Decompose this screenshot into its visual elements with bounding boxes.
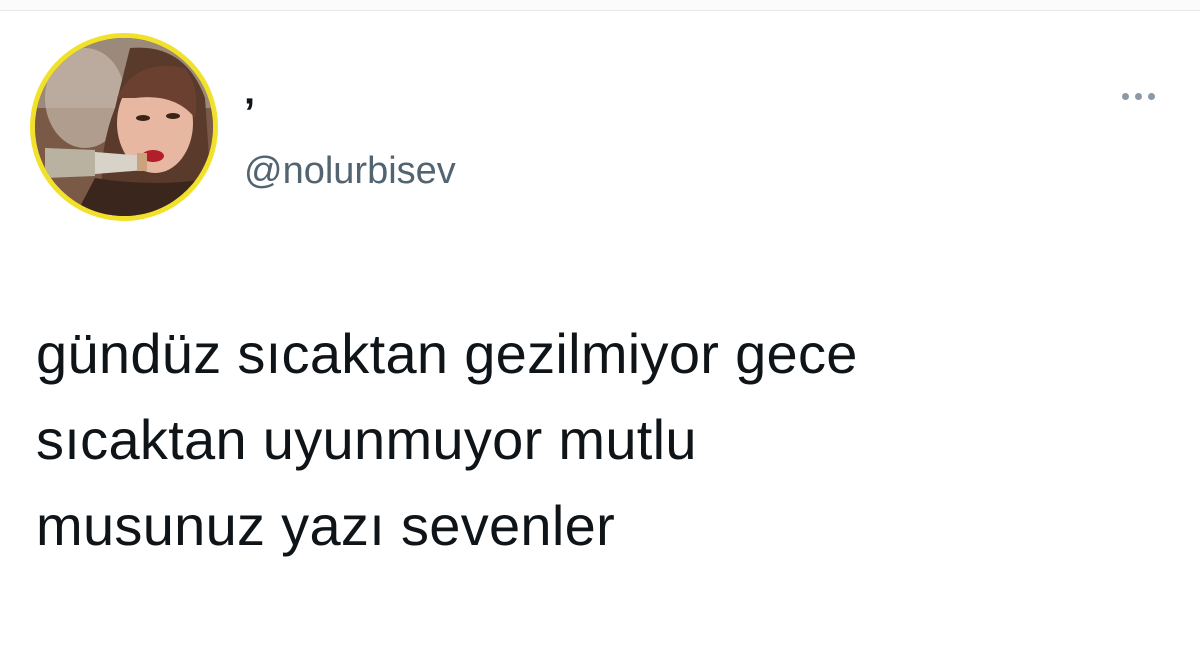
tweet-text: gündüz sıcaktan gezilmiyor gece sıcaktan… — [36, 311, 1136, 569]
more-options-icon[interactable] — [1112, 81, 1164, 111]
username-handle[interactable]: @nolurbisev — [244, 149, 456, 193]
display-name[interactable]: ’ — [244, 93, 255, 133]
tweet-text-line: gündüz sıcaktan gezilmiyor gece — [36, 322, 858, 385]
top-divider — [0, 0, 1200, 11]
avatar[interactable] — [30, 33, 218, 221]
more-dot — [1121, 92, 1129, 100]
profile-photo-icon — [35, 38, 213, 216]
tweet-card: ’ @nolurbisev gündüz sıcaktan gezilmiyor… — [0, 11, 1200, 661]
tweet-text-line: sıcaktan uyunmuyor mutlu — [36, 408, 697, 471]
more-dot — [1134, 92, 1142, 100]
tweet-text-line: musunuz yazı sevenler — [36, 494, 616, 557]
more-dot — [1147, 92, 1155, 100]
